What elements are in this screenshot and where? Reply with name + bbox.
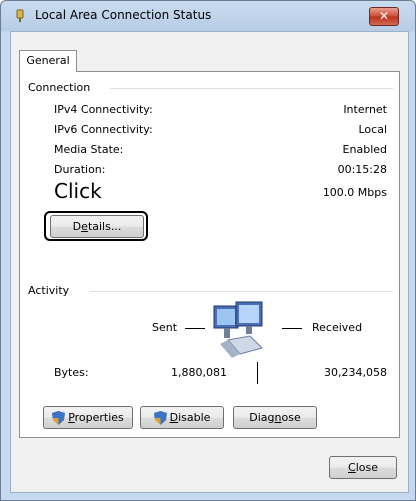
duration-label: Duration: [54, 163, 106, 176]
ipv6-label: IPv6 Connectivity: [54, 123, 153, 136]
network-activity-icon [213, 301, 263, 358]
bytes-sent-value: 1,880,081 [171, 366, 227, 379]
shield-icon [153, 411, 167, 425]
connection-divider [110, 88, 393, 89]
speed-value: 100.0 Mbps [322, 186, 387, 199]
received-label: Received [312, 321, 363, 334]
title-bar[interactable]: Local Area Connection Status ✕ [1, 1, 415, 31]
activity-group-label: Activity [28, 284, 70, 297]
ipv4-value: Internet [343, 103, 387, 116]
window-title: Local Area Connection Status [35, 8, 212, 22]
close-button[interactable]: Close [329, 456, 397, 479]
diagnose-button[interactable]: Diagnose [233, 406, 317, 429]
status-dialog: Local Area Connection Status ✕ General C… [0, 0, 416, 501]
media-state-value: Enabled [342, 143, 387, 156]
ipv4-label: IPv4 Connectivity: [54, 103, 153, 116]
duration-value: 00:15:28 [337, 163, 387, 176]
shield-icon [52, 411, 66, 425]
bytes-label: Bytes: [54, 366, 89, 379]
tab-general[interactable]: General [19, 50, 77, 72]
click-callout-text: Click [54, 179, 102, 203]
dialog-client-area: General Connection IPv4 Connectivity: In… [10, 31, 409, 493]
properties-button[interactable]: Properties [43, 406, 133, 429]
general-tab-panel: Connection IPv4 Connectivity: Internet I… [19, 71, 400, 438]
details-button[interactable]: Details... [50, 215, 144, 238]
details-button-label: Details... [72, 220, 122, 233]
activity-divider [90, 291, 393, 292]
close-icon: ✕ [378, 9, 390, 23]
connection-group-label: Connection [28, 81, 91, 94]
sent-label: Sent [152, 321, 178, 334]
ipv6-value: Local [358, 123, 387, 136]
close-label: Close [348, 461, 378, 474]
sent-connector-line [185, 328, 205, 329]
bytes-separator [257, 362, 258, 384]
close-window-button[interactable]: ✕ [369, 7, 399, 26]
disable-button[interactable]: Disable [140, 406, 224, 429]
bytes-received-value: 30,234,058 [324, 366, 387, 379]
properties-label: Properties [68, 411, 124, 424]
received-connector-line [282, 328, 302, 329]
network-connection-icon [16, 9, 24, 22]
media-state-label: Media State: [54, 143, 124, 156]
diagnose-label: Diagnose [249, 411, 301, 424]
disable-label: Disable [169, 411, 211, 424]
